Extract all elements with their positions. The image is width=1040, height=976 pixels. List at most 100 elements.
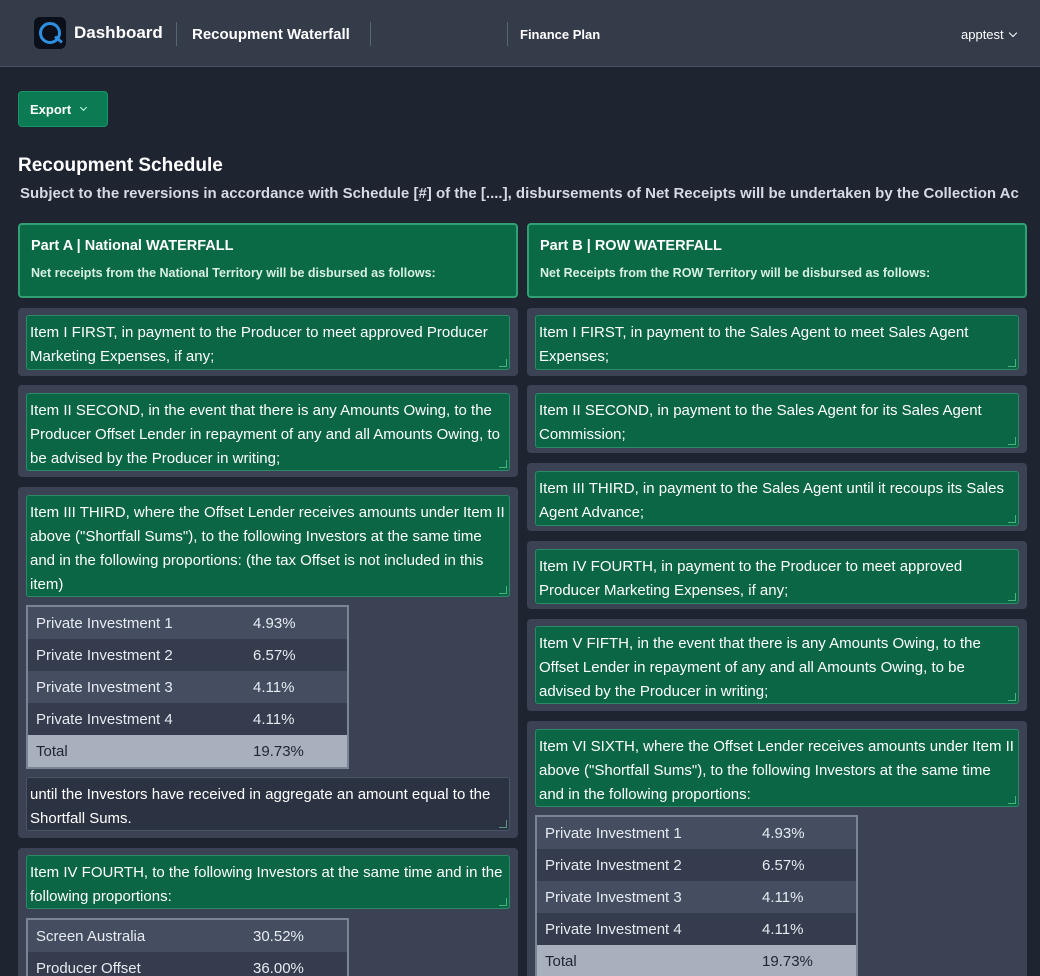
resize-grip-icon[interactable] — [499, 460, 507, 468]
part-b-item-5-textarea[interactable]: Item V FIFTH, in the event that there is… — [535, 626, 1019, 704]
part-a-subtitle: Net receipts from the National Territory… — [31, 266, 436, 280]
investor-name: Private Investment 4 — [36, 710, 173, 728]
nav-divider — [507, 22, 508, 46]
part-a-item-4-textarea[interactable]: Item IV FOURTH, to the following Investo… — [26, 855, 510, 909]
table-total-row: Total 19.73% — [537, 945, 856, 976]
resize-grip-icon[interactable] — [1008, 796, 1016, 804]
part-b-item-3-card: Item III THIRD, in payment to the Sales … — [527, 463, 1027, 531]
user-name: apptest — [961, 27, 1004, 42]
part-b-item-2-textarea[interactable]: Item II SECOND, in payment to the Sales … — [535, 393, 1019, 448]
export-label: Export — [30, 101, 72, 117]
table-row: Private Investment 2 6.57% — [537, 849, 856, 881]
part-b-item-3-text: Item III THIRD, in payment to the Sales … — [539, 480, 1004, 521]
total-value: 19.73% — [762, 952, 813, 970]
nav-dashboard-link[interactable]: Dashboard — [74, 23, 163, 43]
table-row: Private Investment 3 4.11% — [28, 671, 347, 703]
chevron-down-icon — [1008, 28, 1017, 37]
export-button[interactable]: Export — [18, 91, 108, 127]
part-b-item-4-card: Item IV FOURTH, in payment to the Produc… — [527, 541, 1027, 609]
page-subtitle: Subject to the reversions in accordance … — [20, 185, 1019, 202]
part-b-item-1-text: Item I FIRST, in payment to the Sales Ag… — [539, 324, 969, 365]
investor-name: Private Investment 1 — [36, 614, 173, 632]
investor-name: Private Investment 4 — [545, 920, 682, 938]
part-a-item-2-card: Item II SECOND, in the event that there … — [18, 385, 518, 477]
part-b-item-1-card: Item I FIRST, in payment to the Sales Ag… — [527, 308, 1027, 376]
part-b-item-1-textarea[interactable]: Item I FIRST, in payment to the Sales Ag… — [535, 315, 1019, 370]
table-row: Private Investment 3 4.11% — [537, 881, 856, 913]
part-b-item-4-textarea[interactable]: Item IV FOURTH, in payment to the Produc… — [535, 549, 1019, 604]
part-b-item-6-textarea[interactable]: Item VI SIXTH, where the Offset Lender r… — [535, 729, 1019, 807]
investor-share: 4.11% — [762, 888, 804, 906]
part-b-item-2-text: Item II SECOND, in payment to the Sales … — [539, 402, 982, 443]
part-a-title: Part A | National WATERFALL — [31, 238, 234, 254]
table-total-row: Total 19.73% — [28, 735, 347, 767]
page-title: Recoupment Schedule — [18, 155, 223, 176]
chevron-down-icon — [80, 103, 88, 111]
part-a-item-2-text: Item II SECOND, in the event that there … — [30, 402, 500, 467]
part-b-title: Part B | ROW WATERFALL — [540, 238, 722, 254]
investor-share: 30.52% — [253, 927, 304, 945]
resize-grip-icon[interactable] — [1008, 693, 1016, 701]
part-a-item-3-after-text: until the Investors have received in agg… — [30, 786, 491, 827]
part-a-item-1-textarea[interactable]: Item I FIRST, in payment to the Producer… — [26, 315, 510, 370]
top-navbar: Dashboard Recoupment Waterfall Finance P… — [0, 0, 1040, 67]
resize-grip-icon[interactable] — [499, 820, 507, 828]
resize-grip-icon[interactable] — [1008, 437, 1016, 445]
part-a-item-2-textarea[interactable]: Item II SECOND, in the event that there … — [26, 393, 510, 471]
investor-name: Screen Australia — [36, 927, 146, 945]
app-logo-icon[interactable] — [34, 17, 66, 49]
part-b-item-2-card: Item II SECOND, in payment to the Sales … — [527, 385, 1027, 453]
part-b-item-6-table: Private Investment 1 4.93% Private Invest… — [535, 815, 858, 976]
investor-share: 4.11% — [253, 678, 295, 696]
table-row: Private Investment 1 4.93% — [537, 817, 856, 849]
part-a-item-4-card: Item IV FOURTH, to the following Investo… — [18, 848, 518, 976]
part-a-item-3-table: Private Investment 1 4.93% Private Invest… — [26, 605, 349, 769]
resize-grip-icon[interactable] — [499, 898, 507, 906]
part-b-item-5-text: Item V FIFTH, in the event that there is… — [539, 635, 981, 700]
part-a-item-4-table: Screen Australia 30.52% Producer Offset 36… — [26, 918, 349, 976]
part-b-item-6-text: Item VI SIXTH, where the Offset Lender r… — [539, 738, 1014, 803]
investor-share: 4.11% — [762, 920, 804, 938]
part-b-item-6-card: Item VI SIXTH, where the Offset Lender r… — [527, 721, 1027, 976]
resize-grip-icon[interactable] — [499, 586, 507, 594]
table-row: Producer Offset 36.00% — [28, 952, 347, 976]
resize-grip-icon[interactable] — [1008, 515, 1016, 523]
resize-grip-icon[interactable] — [499, 359, 507, 367]
total-value: 19.73% — [253, 742, 304, 760]
investor-share: 6.57% — [253, 646, 296, 664]
part-b-subtitle: Net Receipts from the ROW Territory will… — [540, 266, 931, 280]
investor-name: Private Investment 3 — [545, 888, 682, 906]
resize-grip-icon[interactable] — [1008, 359, 1016, 367]
part-a-item-1-card: Item I FIRST, in payment to the Producer… — [18, 308, 518, 376]
investor-name: Producer Offset — [36, 959, 141, 976]
investor-name: Private Investment 3 — [36, 678, 173, 696]
table-row: Private Investment 4 4.11% — [537, 913, 856, 945]
total-label: Total — [36, 742, 68, 760]
part-a-item-3-textarea[interactable]: Item III THIRD, where the Offset Lender … — [26, 495, 510, 597]
table-row: Private Investment 4 4.11% — [28, 703, 347, 735]
investor-name: Private Investment 1 — [545, 824, 682, 842]
part-b-item-4-text: Item IV FOURTH, in payment to the Produc… — [539, 558, 963, 599]
nav-divider — [370, 22, 371, 46]
investor-share: 4.93% — [253, 614, 296, 632]
part-a-header: Part A | National WATERFALL Net receipts… — [18, 223, 518, 298]
nav-recoupment-waterfall-link[interactable]: Recoupment Waterfall — [192, 26, 350, 43]
investor-share: 6.57% — [762, 856, 805, 874]
part-a-item-3-after-textarea[interactable]: until the Investors have received in agg… — [26, 777, 510, 831]
table-row: Private Investment 1 4.93% — [28, 607, 347, 639]
investor-share: 4.11% — [253, 710, 295, 728]
investor-share: 36.00% — [253, 959, 304, 976]
part-a-item-3-text: Item III THIRD, where the Offset Lender … — [30, 504, 505, 593]
part-b-item-5-card: Item V FIFTH, in the event that there is… — [527, 619, 1027, 711]
investor-share: 4.93% — [762, 824, 805, 842]
investor-name: Private Investment 2 — [545, 856, 682, 874]
table-row: Screen Australia 30.52% — [28, 920, 347, 952]
resize-grip-icon[interactable] — [1008, 593, 1016, 601]
investor-name: Private Investment 2 — [36, 646, 173, 664]
nav-divider — [176, 22, 177, 46]
user-menu[interactable]: apptest — [961, 27, 1017, 42]
nav-finance-plan-link[interactable]: Finance Plan — [520, 27, 600, 42]
table-row: Private Investment 2 6.57% — [28, 639, 347, 671]
part-b-header: Part B | ROW WATERFALL Net Receipts from… — [527, 223, 1027, 298]
part-b-item-3-textarea[interactable]: Item III THIRD, in payment to the Sales … — [535, 471, 1019, 526]
